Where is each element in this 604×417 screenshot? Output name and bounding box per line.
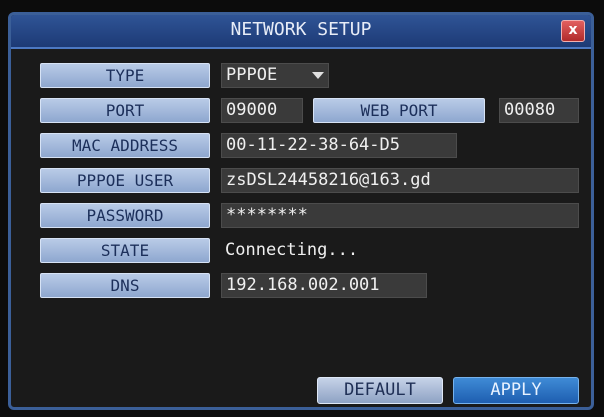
password-input[interactable]: ******** [221, 203, 579, 228]
type-select-value: PPPOE [226, 65, 278, 85]
port-input[interactable]: 09000 [221, 98, 303, 123]
web-port-input[interactable]: 00080 [499, 98, 579, 123]
close-icon[interactable]: x [561, 20, 585, 42]
state-label: STATE [40, 238, 210, 263]
default-button[interactable]: DEFAULT [317, 377, 443, 404]
dns-input[interactable]: 192.168.002.001 [221, 273, 427, 298]
apply-button[interactable]: APPLY [453, 377, 579, 404]
dns-label: DNS [40, 273, 210, 298]
state-value: Connecting... [225, 240, 359, 260]
type-label: TYPE [40, 63, 210, 88]
pppoe-user-label: PPPOE USER [40, 168, 210, 193]
title-bar: NETWORK SETUP x [11, 15, 591, 49]
type-select[interactable]: PPPOE [221, 63, 329, 88]
password-label: PASSWORD [40, 203, 210, 228]
window-title: NETWORK SETUP [230, 19, 372, 40]
chevron-down-icon [312, 72, 324, 79]
network-setup-dialog: NETWORK SETUP x TYPE PPPOE PORT 09000 WE… [8, 12, 594, 410]
pppoe-user-input[interactable]: zsDSL24458216@163.gd [221, 168, 579, 193]
mac-address-label: MAC ADDRESS [40, 133, 210, 158]
web-port-label: WEB PORT [313, 98, 485, 123]
mac-address-input[interactable]: 00-11-22-38-64-D5 [221, 133, 457, 158]
port-label: PORT [40, 98, 210, 123]
